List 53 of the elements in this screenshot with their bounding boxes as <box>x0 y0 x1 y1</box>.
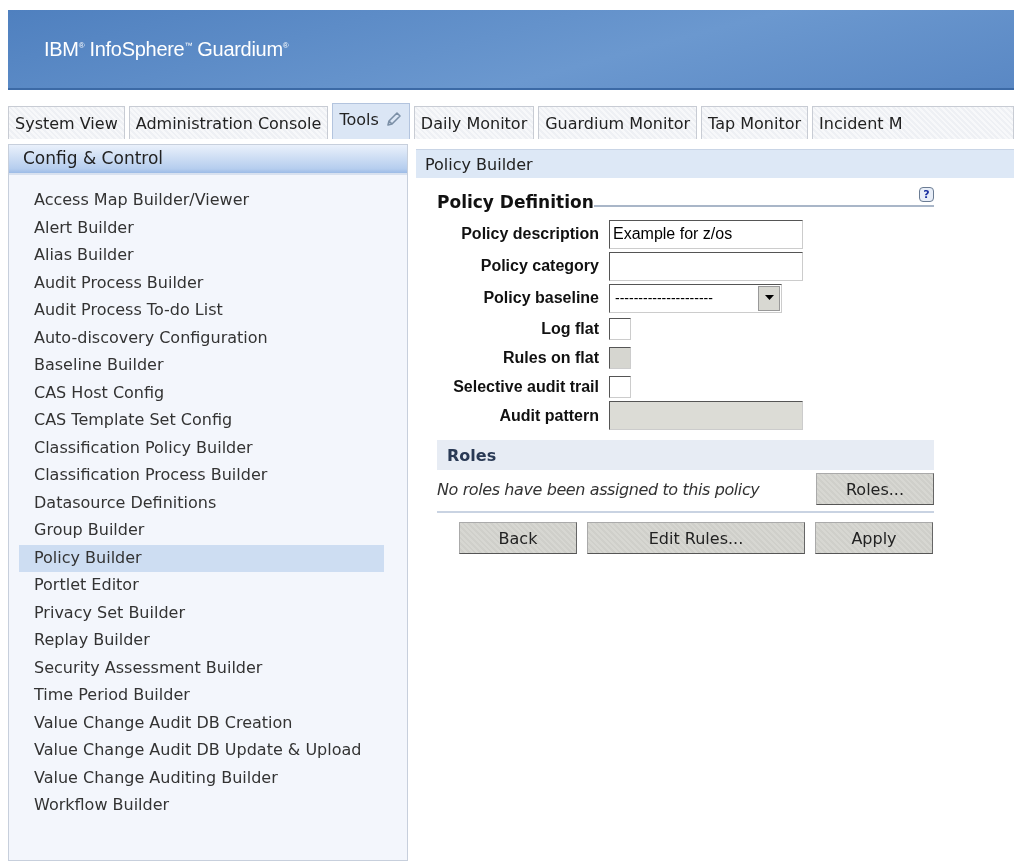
sidebar-title: Config & Control <box>9 145 407 175</box>
sidebar-item[interactable]: CAS Template Set Config <box>19 407 384 435</box>
field-label: Policy description <box>460 224 599 244</box>
sidebar-item[interactable]: Baseline Builder <box>19 352 384 380</box>
sidebar-item[interactable]: Security Assessment Builder <box>19 654 384 682</box>
sidebar-item[interactable]: Access Map Builder/Viewer <box>19 187 384 215</box>
sidebar-item[interactable]: Datasource Definitions <box>19 489 384 517</box>
sidebar-item[interactable]: CAS Host Config <box>19 379 384 407</box>
input-field[interactable] <box>609 251 803 281</box>
roles-button[interactable]: Roles... <box>816 473 934 505</box>
sidebar-item[interactable]: Value Change Audit DB Update & Upload <box>19 737 384 765</box>
dropdown[interactable]: --------------------- <box>609 283 782 313</box>
sidebar-item[interactable]: Policy Builder <box>19 544 384 572</box>
sidebar-item[interactable]: Alias Builder <box>19 242 384 270</box>
field-label: Rules on flat <box>502 347 599 368</box>
action-button[interactable]: Apply <box>815 522 933 554</box>
sidebar-item[interactable]: Portlet Editor <box>19 572 384 600</box>
sidebar-item[interactable]: Workflow Builder <box>19 792 384 820</box>
panel-title: Policy Builder <box>416 149 1014 178</box>
sidebar-item[interactable]: Value Change Audit DB Creation <box>19 709 384 737</box>
sidebar-item[interactable]: Classification Process Builder <box>19 462 384 490</box>
sidebar-item[interactable]: Time Period Builder <box>19 682 384 710</box>
sidebar-item[interactable]: Privacy Set Builder <box>19 599 384 627</box>
help-button[interactable]: ? <box>919 187 934 202</box>
tab[interactable]: Tools <box>332 103 410 139</box>
section-title: Policy Definition <box>437 192 594 212</box>
tab[interactable]: Daily Monitor <box>413 106 535 139</box>
tab[interactable]: Tap Monitor <box>701 106 809 139</box>
field-label: Log flat <box>540 318 599 339</box>
sidebar-item[interactable]: Group Builder <box>19 517 384 545</box>
field-label: Policy category <box>479 256 599 276</box>
sidebar-item[interactable]: Auto-discovery Configuration <box>19 324 384 352</box>
field-label: Selective audit trail <box>452 376 599 397</box>
action-button[interactable]: Back <box>459 522 577 554</box>
input-field[interactable]: Example for z/os <box>609 219 803 249</box>
sidebar-item[interactable]: Alert Builder <box>19 214 384 242</box>
field-label: Audit pattern <box>498 405 599 426</box>
field-label: Policy baseline <box>482 288 599 308</box>
sidebar-item[interactable]: Value Change Auditing Builder <box>19 764 384 792</box>
tab[interactable]: System View <box>8 106 125 139</box>
tab[interactable]: Administration Console <box>128 106 329 139</box>
checkbox[interactable] <box>609 317 631 340</box>
checkbox[interactable] <box>609 375 631 398</box>
sidebar-item[interactable]: Classification Policy Builder <box>19 434 384 462</box>
tab[interactable]: Guardium Monitor <box>538 106 698 139</box>
roles-message: No roles have been assigned to this policy <box>437 479 760 499</box>
product-logo: IBM$^{®}$ InfoSphere$^{™}$ Guardium$^{®}$ <box>44 37 289 61</box>
action-button[interactable]: Edit Rules... <box>587 522 805 554</box>
sidebar-item[interactable]: Replay Builder <box>19 627 384 655</box>
tab[interactable]: Incident M <box>812 106 1014 139</box>
sidebar-item[interactable]: Audit Process Builder <box>19 269 384 297</box>
section-title: Roles <box>447 445 497 465</box>
sidebar-item[interactable]: Audit Process To-do List <box>19 297 384 325</box>
